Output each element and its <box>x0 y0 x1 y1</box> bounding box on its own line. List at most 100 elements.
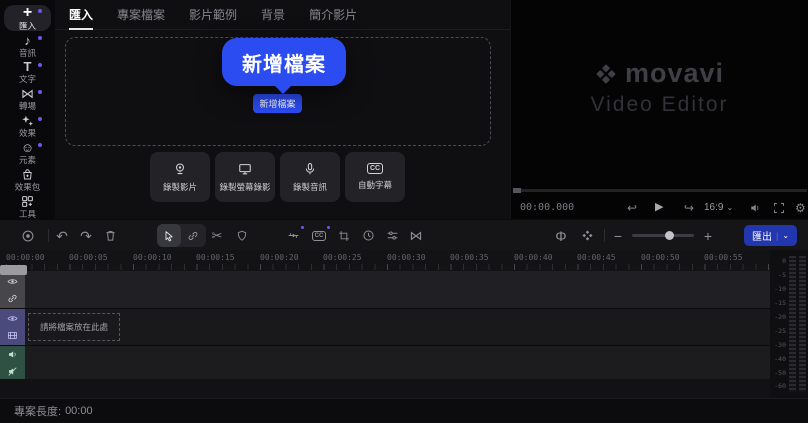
aspect-ratio-dropdown[interactable]: 16:9 ⌄ <box>704 202 733 213</box>
product-name: Video Editor <box>590 93 729 116</box>
db-label: -50 <box>774 368 786 377</box>
export-label: 匯出 <box>751 232 772 243</box>
zoom-in-icon[interactable]: + <box>700 220 716 251</box>
db-scale: 0 -5 -10 -15 -20 -25 -30 -40 -50 -60 <box>770 258 786 390</box>
db-label: -30 <box>774 340 786 349</box>
seekbar-position[interactable] <box>513 188 521 193</box>
preview-seekbar[interactable] <box>513 188 807 193</box>
crop-icon[interactable] <box>334 220 354 251</box>
skip-back-icon[interactable]: ↩ <box>627 202 637 214</box>
record-audio-button[interactable]: 錄製音訊 <box>280 152 340 202</box>
import-panel: 匯入 專案檔案 影片範例 背景 簡介影片 新增檔案 新增檔案 錄製影片 錄製螢幕… <box>55 0 510 219</box>
eye-visibility-icon[interactable] <box>7 276 18 287</box>
auto-subtitles-button[interactable]: CC 自動字幕 <box>345 152 405 202</box>
filmstrip-icon[interactable] <box>7 330 18 341</box>
video-track-lane[interactable]: 請將檔案放在此處 <box>25 309 770 345</box>
ruler-label: 00:00:05 <box>69 253 108 262</box>
link-clips-tool[interactable] <box>181 224 205 247</box>
transition-icon: ⋈ <box>21 86 34 102</box>
meter-bar-right <box>799 256 806 392</box>
keyframe-animation-icon[interactable] <box>283 220 304 251</box>
timeline-empty-area[interactable] <box>0 379 770 398</box>
eye-visibility-icon[interactable] <box>7 313 18 324</box>
ruler-label: 00:00:25 <box>323 253 362 262</box>
tab-backgrounds[interactable]: 背景 <box>261 0 285 30</box>
project-length-label: 專案長度: <box>14 406 62 418</box>
notification-dot <box>38 62 42 67</box>
audio-levels-phi-icon[interactable]: Φ <box>551 220 571 251</box>
notification-dot <box>38 89 42 94</box>
timeline-toolbar: ↶ ↷ ✂ CC ⋈ Φ − + 匯出 | ⌄ <box>0 219 808 250</box>
timeline-zoom-slider[interactable] <box>632 231 694 240</box>
ruler-label: 00:00:30 <box>387 253 426 262</box>
transition-tool-icon[interactable]: ⋈ <box>406 220 426 251</box>
notification-dot <box>38 9 42 13</box>
overlay-track-lane[interactable] <box>25 271 770 308</box>
play-icon[interactable]: ▶ <box>655 202 663 213</box>
sidebar-item-label: 匯入 <box>18 20 36 31</box>
audio-track <box>0 346 770 379</box>
project-length-value: 00:00 <box>65 405 93 417</box>
filters-sliders-icon[interactable] <box>382 220 402 251</box>
notification-dot <box>327 226 330 229</box>
skip-forward-icon[interactable]: ↪ <box>684 202 694 214</box>
tools-grid-icon <box>21 194 34 209</box>
tab-sample-videos[interactable]: 影片範例 <box>189 0 237 30</box>
gear-icon[interactable]: ⚙ <box>795 202 806 214</box>
tab-project-files[interactable]: 專案檔案 <box>117 0 165 30</box>
color-clover-icon[interactable] <box>577 220 597 251</box>
audio-track-header <box>0 346 25 379</box>
add-files-button[interactable]: 新增檔案 <box>253 94 302 113</box>
speaker-muted-icon[interactable] <box>7 366 18 377</box>
watermark: movavi Video Editor <box>511 58 808 117</box>
redo-icon[interactable]: ↷ <box>76 220 96 251</box>
record-screen-button[interactable]: 錄製螢幕錄影 <box>215 152 275 202</box>
playhead-grip[interactable] <box>0 265 27 275</box>
sidebar-item-label: 音訊 <box>18 47 36 58</box>
tab-intro-videos[interactable]: 簡介影片 <box>309 0 357 30</box>
track-drop-hint[interactable]: 請將檔案放在此處 <box>28 313 120 341</box>
record-video-button[interactable]: 錄製影片 <box>150 152 210 202</box>
status-bar: 專案長度: 00:00 <box>0 398 808 423</box>
record-button-label: 錄製螢幕錄影 <box>219 181 271 192</box>
preview-timecode: 00:00.000 <box>520 202 575 213</box>
link-track-icon[interactable] <box>7 293 18 304</box>
trash-icon[interactable] <box>100 220 120 251</box>
db-label: 0 <box>782 257 786 265</box>
zoom-slider-handle[interactable] <box>665 231 674 240</box>
sidebar-item-elements[interactable]: ☺ 元素 <box>4 139 51 165</box>
timeline-ruler[interactable]: 00:00:00 00:00:05 00:00:10 00:00:15 00:0… <box>0 250 770 275</box>
split-scissors-icon[interactable]: ✂ <box>207 220 227 251</box>
sidebar-item-effects[interactable]: 效果 <box>4 113 51 139</box>
zoom-out-icon[interactable]: − <box>610 220 626 251</box>
sidebar-item-effect-packs[interactable]: 效果包 <box>4 166 51 192</box>
export-button[interactable]: 匯出 | ⌄ <box>744 225 797 246</box>
screen-record-icon <box>238 162 252 176</box>
sidebar-item-text[interactable]: T 文字 <box>4 59 51 85</box>
webcam-icon <box>173 162 187 176</box>
volume-icon[interactable] <box>749 202 761 214</box>
sidebar-item-transitions[interactable]: ⋈ 轉場 <box>4 86 51 112</box>
notification-dot <box>301 226 304 229</box>
db-label: -25 <box>774 326 786 335</box>
subtitles-cc-tool-icon[interactable]: CC <box>309 220 330 251</box>
undo-icon[interactable]: ↶ <box>52 220 72 251</box>
record-capture-icon[interactable] <box>18 220 38 251</box>
speaker-icon[interactable] <box>7 349 18 360</box>
audio-track-lane[interactable] <box>25 346 770 379</box>
meter-bar-left <box>789 256 796 392</box>
select-cursor-tool[interactable] <box>157 224 181 247</box>
sidebar-item-tools[interactable]: 工具 <box>4 193 51 219</box>
video-track-header <box>0 309 25 345</box>
overlay-track <box>0 271 770 308</box>
sidebar-item-audio[interactable]: ♪ 音訊 <box>4 32 51 58</box>
fullscreen-icon[interactable] <box>773 202 785 214</box>
tooltip-text: 新增檔案 <box>242 53 326 76</box>
shield-marker-icon[interactable] <box>232 220 252 251</box>
tab-import[interactable]: 匯入 <box>69 0 94 30</box>
clip-speed-icon[interactable] <box>358 220 378 251</box>
add-files-tooltip: 新增檔案 <box>222 38 346 94</box>
ruler-ticks <box>6 264 770 270</box>
sidebar-item-import[interactable]: + 匯入 <box>4 5 51 31</box>
movavi-clover-icon <box>595 63 617 85</box>
